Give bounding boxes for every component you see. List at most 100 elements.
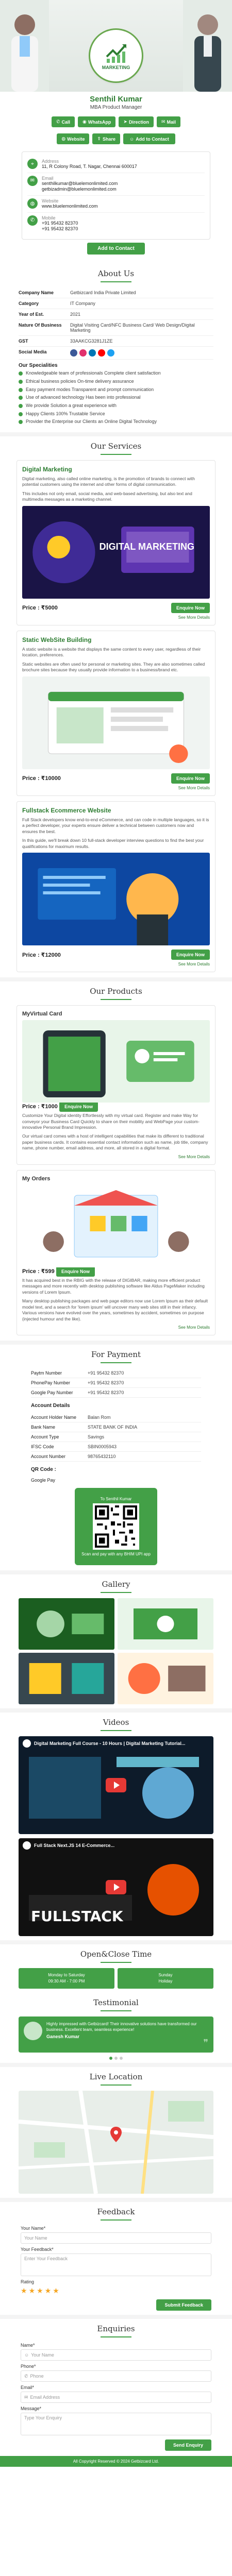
account-key: Account Number — [31, 1454, 66, 1460]
testimonial-name: Ganesh Kumar — [46, 2033, 80, 2039]
star-icon[interactable]: ★ — [37, 2286, 43, 2295]
contact-mobile[interactable]: ✆ Mobile +91 95432 82370 +91 95432 82370 — [27, 213, 205, 235]
see-more-link[interactable]: See More Details — [22, 1155, 210, 1159]
star-icon[interactable]: ★ — [53, 2286, 59, 2295]
hours-day: Sunday — [158, 1973, 173, 1978]
gallery-image[interactable] — [19, 1653, 114, 1705]
website-label: Website — [67, 136, 85, 142]
video-player[interactable]: Digital Marketing Full Course - 10 Hours… — [19, 1736, 213, 1835]
feedback-form: Your Name* Your Name Your Feedback* Ente… — [21, 2226, 211, 2311]
feedback-name-input[interactable]: Your Name — [21, 2232, 211, 2244]
carousel-dot[interactable] — [114, 2057, 118, 2060]
price-row: Price : ₹10000 Enquire Now — [22, 773, 210, 784]
star-icon[interactable]: ★ — [21, 2286, 27, 2295]
map-embed[interactable] — [19, 2091, 213, 2194]
enquire-button[interactable]: Enquire Now — [56, 1266, 95, 1277]
facebook-icon[interactable] — [70, 349, 77, 357]
payment-row: Paytm Number +91 95432 82370 — [31, 1368, 201, 1379]
speciality-item: Ethical business policies On-time delive… — [19, 379, 213, 385]
testimonial-card: Highly impressed with Getbizcard! Their … — [19, 2016, 213, 2053]
specialities-title: Our Specialities — [19, 363, 58, 369]
account-title: Account Details — [31, 1403, 70, 1409]
enquiry-message-textarea[interactable]: Type Your Enquiry — [21, 2413, 211, 2436]
hours-time: Holiday — [158, 1979, 173, 1984]
divider — [0, 432, 232, 436]
person-right-image — [183, 0, 232, 92]
gallery-image[interactable] — [118, 1598, 213, 1650]
social-row: Social Media — [19, 347, 213, 360]
section-underline — [101, 1962, 131, 1963]
account-key: Account Type — [31, 1434, 59, 1440]
share-button[interactable]: ⇪ Share — [92, 133, 121, 144]
service-desc-2: In this guide, we'll break down 10 full-… — [22, 838, 204, 849]
see-more-link[interactable]: See More Details — [22, 1325, 210, 1330]
share-icon: ⇪ — [97, 136, 102, 141]
linkedin-icon[interactable] — [89, 349, 96, 357]
service-card: Static WebSite Building A static website… — [16, 630, 216, 796]
qr-card-name: Scan and pay with any BHIM UPI app — [81, 1552, 151, 1557]
carousel-dot[interactable] — [109, 2057, 112, 2060]
about-value: 2021 — [70, 312, 81, 317]
mail-icon: ✉ — [27, 175, 38, 186]
whatsapp-label: WhatsApp — [88, 119, 111, 125]
contact-website[interactable]: ◍ Website www.bluelemonlimited.com — [27, 196, 205, 213]
about-value: IT Company — [70, 301, 95, 307]
rating-stars[interactable]: ★ ★ ★ ★ ★ — [21, 2286, 211, 2295]
see-more-link[interactable]: See More Details — [22, 786, 210, 790]
youtube-icon[interactable] — [98, 349, 105, 357]
website-button[interactable]: ◍ Website — [57, 133, 90, 144]
see-more-link[interactable]: See More Details — [22, 962, 210, 967]
enquiry-phone-input[interactable]: ✆ Phone — [21, 2370, 211, 2382]
hours-title: Open&Close Time — [80, 1950, 152, 1959]
products-title: Our Products — [90, 987, 142, 996]
enquiry-name-input[interactable]: ☺ Your Name — [21, 2349, 211, 2361]
carousel-dots — [0, 2057, 232, 2060]
whatsapp-button[interactable]: ◉ WhatsApp — [78, 116, 116, 127]
carousel-dot[interactable] — [120, 2057, 123, 2060]
direction-button[interactable]: ➤ Direction — [119, 116, 154, 127]
contact-email[interactable]: ✉ Email senthilkumar@bluelemonlimited.com… — [27, 173, 205, 196]
account-key: Account Holder Name — [31, 1415, 77, 1420]
divider — [0, 2063, 232, 2067]
send-enquiry-button[interactable]: Send Enquiry — [164, 2439, 211, 2451]
about-row: Year of Est. 2021 — [19, 309, 213, 320]
enquiry-email-input[interactable]: ✉ Email Address — [21, 2392, 211, 2403]
qr-code-icon[interactable] — [93, 1503, 139, 1550]
contact-value-2: +91 95432 82370 — [42, 226, 78, 232]
see-more-link[interactable]: See More Details — [22, 615, 210, 620]
contact-value-2: getbizadmin@bluelemonlimited.com — [42, 187, 117, 192]
gallery-image[interactable] — [118, 1653, 213, 1705]
divider — [0, 2315, 232, 2319]
service-image: DIGITAL MARKETING — [22, 505, 210, 599]
add-contact-top-button[interactable]: ☺ Add to Contact — [123, 133, 175, 144]
play-icon[interactable] — [106, 1778, 126, 1793]
gallery-image[interactable] — [19, 1598, 114, 1650]
divider — [0, 1341, 232, 1345]
add-to-contact-button[interactable]: Add to Contact — [87, 243, 145, 255]
star-icon[interactable]: ★ — [45, 2286, 52, 2295]
section-underline — [101, 999, 131, 1001]
star-icon[interactable]: ★ — [29, 2286, 36, 2295]
video-player[interactable]: Full Stack Next.JS 14 E-Commerce... FULL… — [19, 1838, 213, 1937]
enquire-button[interactable]: Enquire Now — [171, 602, 210, 613]
enquire-button[interactable]: Enquire Now — [171, 773, 210, 784]
feedback-textarea[interactable]: Enter Your Feedback — [21, 2253, 211, 2277]
service-name: Digital Marketing — [22, 465, 72, 473]
call-button[interactable]: ✆ Call — [51, 116, 75, 127]
play-icon[interactable] — [106, 1880, 126, 1895]
qr-card: To Senthil Kumar Scan and pay with any B… — [75, 1488, 157, 1566]
enquire-button[interactable]: Enquire Now — [171, 950, 210, 960]
twitter-icon[interactable] — [107, 349, 114, 357]
payment-row: PhonePay Number +91 95432 82370 — [31, 1378, 201, 1388]
enquire-button[interactable]: Enquire Now — [59, 1101, 98, 1112]
check-icon — [19, 387, 23, 392]
instagram-icon[interactable] — [79, 349, 87, 357]
avatar — [24, 2022, 42, 2041]
account-value: SBIN0005943 — [88, 1444, 117, 1450]
mail-button[interactable]: ✉ Mail — [156, 116, 181, 127]
direction-label: Direction — [128, 119, 149, 125]
section-underline — [101, 2010, 131, 2012]
submit-feedback-button[interactable]: Submit Feedback — [156, 2299, 211, 2311]
channel-avatar — [23, 1841, 31, 1850]
contact-address[interactable]: ⌖ Address 11, R Colony Road, T. Nagar, Ch… — [27, 156, 205, 173]
